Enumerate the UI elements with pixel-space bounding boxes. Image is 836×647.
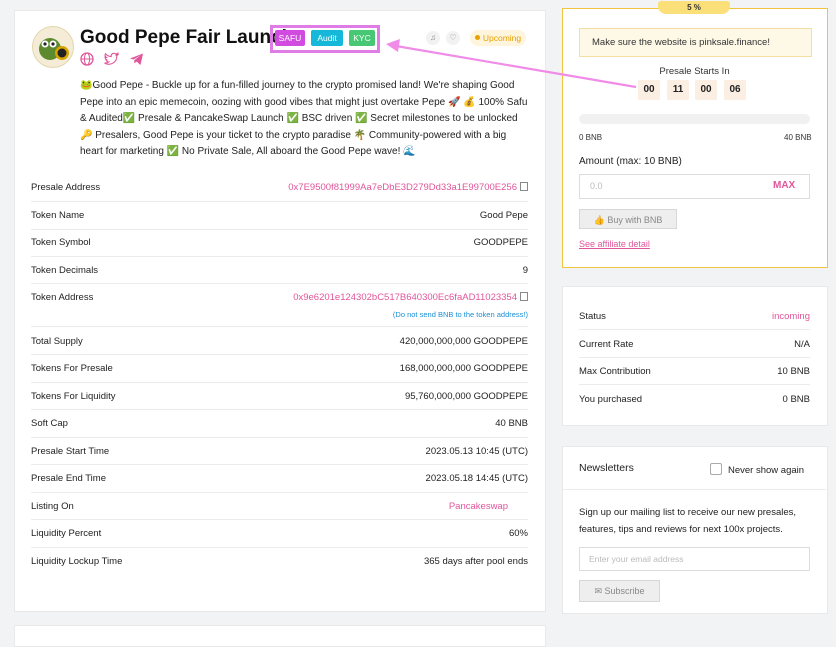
divider	[31, 201, 528, 202]
countdown-hours: 11	[667, 80, 689, 100]
start-time-label: Presale Start Time	[31, 446, 110, 457]
divider	[31, 256, 528, 257]
token-address-warning: (Do not send BNB to the token address!)	[392, 310, 528, 319]
progress-min: 0 BNB	[579, 133, 603, 142]
token-address-value[interactable]: 0x9e6201e124302bC517B640300Ec6faAD110233…	[293, 292, 517, 303]
project-title: Good Pepe Fair Launch	[80, 27, 294, 48]
divider	[579, 357, 810, 358]
divider	[562, 489, 826, 490]
telegram-icon[interactable]	[129, 52, 144, 66]
listing-on-label: Listing On	[31, 501, 74, 512]
end-time-value: 2023.05.18 14:45 (UTC)	[425, 473, 528, 484]
kyc-badge[interactable]: KYC	[349, 30, 375, 46]
status-badge-label: Upcoming	[482, 33, 522, 43]
countdown-days: 00	[638, 80, 660, 100]
pool-comments-card	[14, 625, 546, 647]
you-purchased-label: You purchased	[579, 394, 643, 405]
countdown-title: Presale Starts In	[659, 66, 730, 77]
countdown-seconds: 06	[724, 80, 746, 100]
tokens-liquidity-value: 95,760,000,000 GOODPEPE	[404, 391, 528, 402]
tokens-presale-label: Tokens For Presale	[31, 363, 113, 374]
liquidity-percent-value: 60%	[508, 528, 528, 539]
lockup-time-label: Liquidity Lockup Time	[31, 556, 123, 567]
status-badge: Upcoming	[470, 30, 526, 46]
never-show-label: Never show again	[728, 465, 805, 476]
lockup-time-value: 365 days after pool ends	[423, 556, 528, 567]
divider	[579, 329, 810, 330]
divider	[31, 519, 528, 520]
copy-icon[interactable]	[520, 182, 528, 191]
divider	[31, 409, 528, 410]
newsletter-title: Newsletters	[579, 462, 634, 474]
token-decimals-label: Token Decimals	[31, 265, 99, 276]
divider	[31, 437, 528, 438]
stats-card	[562, 286, 828, 426]
token-address-label: Token Address	[31, 292, 94, 303]
divider	[31, 464, 528, 465]
total-supply-label: Total Supply	[31, 336, 83, 347]
current-rate-label: Current Rate	[579, 339, 634, 350]
status-value: incoming	[771, 311, 810, 322]
progress-bar	[579, 114, 810, 124]
token-name-value: Good Pepe	[479, 210, 528, 221]
safu-badge[interactable]: SAFU	[275, 30, 305, 46]
divider	[31, 326, 528, 327]
divider	[31, 354, 528, 355]
listing-on-link[interactable]: Pancakeswap	[449, 501, 508, 512]
divider	[31, 283, 528, 284]
max-button[interactable]: MAX	[773, 180, 795, 191]
max-contribution-value: 10 BNB	[777, 366, 810, 377]
twitter-icon[interactable]	[104, 52, 119, 66]
buy-button-label: Buy with BNB	[607, 215, 663, 225]
total-supply-value: 420,000,000,000 GOODPEPE	[399, 336, 528, 347]
divider	[579, 384, 810, 385]
token-symbol-value: GOODPEPE	[473, 237, 528, 248]
you-purchased-value: 0 BNB	[782, 394, 810, 405]
progress-tab: 5 %	[658, 1, 730, 14]
max-contribution-label: Max Contribution	[579, 366, 651, 377]
globe-icon[interactable]	[80, 52, 94, 66]
newsletter-text: Sign up our mailing list to receive our …	[579, 507, 797, 535]
current-rate-value: N/A	[794, 339, 810, 350]
progress-max: 40 BNB	[784, 133, 812, 142]
heart-icon[interactable]: ♡	[446, 31, 460, 45]
presale-address-link[interactable]: 0x7E9500f81999Aa7eDbE3D279Dd33a1E99700E2…	[288, 182, 528, 193]
soft-cap-label: Soft Cap	[31, 418, 68, 429]
amount-label: Amount (max: 10 BNB)	[579, 156, 682, 167]
affiliate-link[interactable]: See affiliate detail	[579, 239, 650, 249]
divider	[31, 547, 528, 548]
token-decimals-value: 9	[522, 265, 528, 276]
start-time-value: 2023.05.13 10:45 (UTC)	[425, 446, 528, 457]
end-time-label: Presale End Time	[31, 473, 106, 484]
audit-badge[interactable]: Audit	[311, 30, 343, 46]
never-show-checkbox[interactable]: Never show again	[710, 463, 804, 476]
liquidity-percent-label: Liquidity Percent	[31, 528, 102, 539]
presale-address-value[interactable]: 0x7E9500f81999Aa7eDbE3D279Dd33a1E99700E2…	[288, 182, 517, 193]
site-warning: Make sure the website is pinksale.financ…	[579, 28, 812, 57]
presale-address-label: Presale Address	[31, 182, 101, 193]
token-address-link[interactable]: 0x9e6201e124302bC517B640300Ec6faAD110233…	[293, 292, 528, 303]
thumbs-up-icon: 👍	[593, 215, 605, 225]
token-name-label: Token Name	[31, 210, 85, 221]
checkbox-icon[interactable]	[710, 463, 722, 475]
project-logo	[32, 26, 74, 68]
subscribe-button[interactable]: ✉ Subscribe	[579, 580, 660, 602]
tokens-liquidity-label: Tokens For Liquidity	[31, 391, 116, 402]
divider	[31, 229, 528, 230]
token-symbol-label: Token Symbol	[31, 237, 91, 248]
email-field[interactable]: Enter your email address	[579, 547, 810, 571]
buy-button[interactable]: 👍 Buy with BNB	[579, 209, 677, 229]
divider	[31, 492, 528, 493]
mail-icon: ✉	[594, 586, 602, 596]
status-label: Status	[579, 311, 606, 322]
soft-cap-value: 40 BNB	[495, 418, 528, 429]
tokens-presale-value: 168,000,000,000 GOODPEPE	[399, 363, 528, 374]
countdown-minutes: 00	[695, 80, 717, 100]
divider	[31, 382, 528, 383]
project-description: 🐸Good Pepe - Buckle up for a fun-filled …	[80, 80, 528, 157]
copy-icon[interactable]	[520, 292, 528, 301]
subscribe-button-label: Subscribe	[604, 586, 645, 596]
bell-icon[interactable]: ♫	[426, 31, 440, 45]
